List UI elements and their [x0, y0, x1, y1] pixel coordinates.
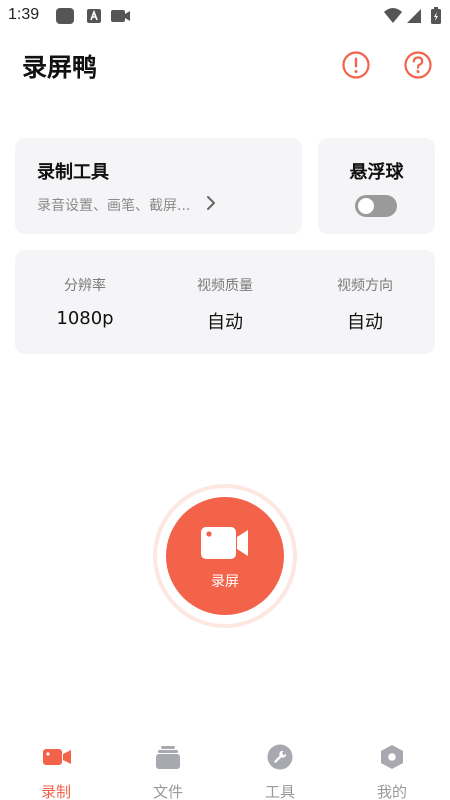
- status-bar: 1:39: [0, 0, 450, 30]
- floating-ball-card: 悬浮球: [318, 138, 435, 234]
- exclamation-circle-icon: [342, 51, 370, 79]
- wifi-icon: [383, 7, 403, 29]
- record-settings-card: 分辨率 1080p 视频质量 自动 视频方向 自动: [15, 250, 435, 354]
- hexagon-user-icon: [379, 744, 405, 770]
- status-time: 1:39: [8, 6, 40, 23]
- battery-icon: [430, 7, 442, 29]
- app-notification-icon: [55, 7, 75, 29]
- app-title: 录屏鸭: [22, 53, 98, 82]
- record-tools-title: 录制工具: [37, 162, 109, 183]
- record-button[interactable]: 录屏: [166, 497, 284, 615]
- nav-item-record[interactable]: 录制: [0, 740, 112, 800]
- question-circle-icon: [404, 51, 432, 79]
- chevron-right-icon: [205, 195, 217, 215]
- folder-stack-icon: [155, 744, 181, 770]
- wrench-icon: [267, 744, 293, 770]
- video-camera-icon: [43, 744, 71, 770]
- nav-item-tools[interactable]: 工具: [224, 740, 336, 800]
- nav-item-files[interactable]: 文件: [112, 740, 224, 800]
- record-tools-subtitle: 录音设置、画笔、截屏...: [37, 198, 191, 214]
- nav-label-files: 文件: [152, 783, 183, 800]
- floating-ball-title: 悬浮球: [349, 162, 404, 183]
- video-quality-label: 视频质量: [197, 278, 253, 294]
- nav-item-mine[interactable]: 我的: [336, 740, 448, 800]
- text-app-icon: [86, 7, 102, 29]
- signal-icon: [405, 7, 423, 29]
- resolution-value: 1080p: [56, 308, 114, 329]
- bottom-nav: 录制 文件 工具 我的: [0, 730, 450, 800]
- resolution-label: 分辨率: [64, 278, 106, 294]
- nav-label-record: 录制: [40, 783, 71, 800]
- info-button[interactable]: [341, 50, 371, 80]
- record-tools-card[interactable]: 录制工具 录音设置、画笔、截屏...: [15, 138, 302, 234]
- video-orientation-value: 自动: [347, 312, 383, 333]
- video-orientation-label: 视频方向: [337, 278, 393, 294]
- video-quality-setting[interactable]: 视频质量 自动: [155, 250, 295, 354]
- help-button[interactable]: [403, 50, 433, 80]
- video-orientation-setting[interactable]: 视频方向 自动: [295, 250, 435, 354]
- toggle-knob: [358, 198, 374, 214]
- record-button-label: 录屏: [211, 574, 239, 590]
- resolution-setting[interactable]: 分辨率 1080p: [15, 250, 155, 354]
- nav-label-tools: 工具: [264, 783, 295, 800]
- video-quality-value: 自动: [207, 312, 243, 333]
- floating-ball-toggle[interactable]: [355, 195, 397, 217]
- screen-record-notification-icon: [110, 7, 132, 29]
- nav-label-mine: 我的: [376, 783, 407, 800]
- video-camera-icon: [200, 525, 250, 565]
